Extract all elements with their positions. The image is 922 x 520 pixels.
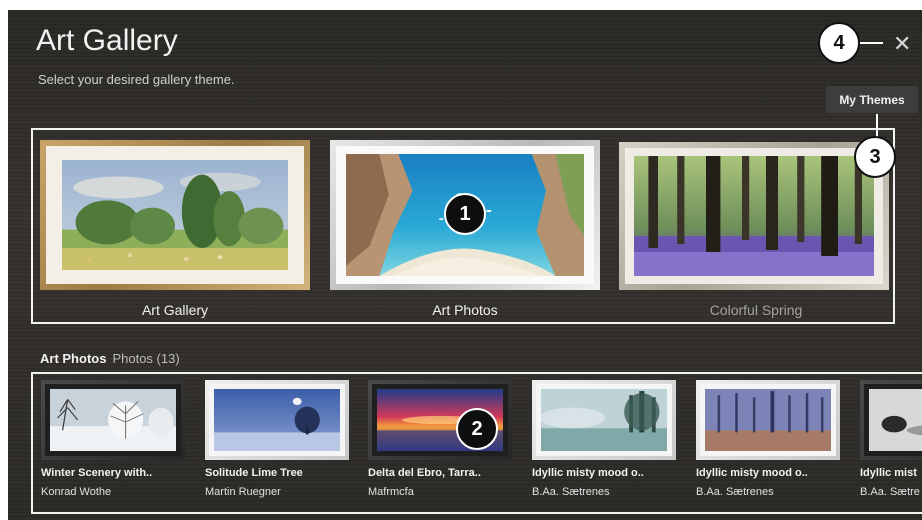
theme-label-art-photos: Art Photos (432, 302, 498, 318)
photo-title-2: Solitude Lime Tree (205, 467, 303, 479)
photo-artist-4: B.Aa. Sætrenes (532, 486, 610, 498)
theme-label-art-gallery: Art Gallery (141, 302, 209, 318)
theme-card-art-gallery[interactable] (40, 140, 310, 290)
photo-artist-5: B.Aa. Sætrenes (696, 486, 774, 498)
photo-thumbnail-5-image (705, 389, 831, 451)
callout-4: 4 (818, 22, 860, 64)
theme-label-colorful-spring: Colorful Spring (709, 302, 803, 318)
callout-4-leader (857, 42, 883, 44)
photo-artist-3: Mafrmcfa (368, 486, 414, 498)
theme-card-colorful-spring[interactable] (619, 142, 889, 290)
photo-artist-1: Konrad Wothe (41, 486, 112, 498)
my-themes-button[interactable]: My Themes (826, 86, 918, 113)
photo-title-6: Idyllic mist (860, 467, 917, 479)
photo-thumbnail-6[interactable] (860, 380, 922, 460)
art-gallery-screen: Art Gallery Select your desired gallery … (8, 10, 922, 520)
photo-thumbnail-2[interactable] (205, 380, 349, 460)
callout-2: 2 (456, 408, 498, 450)
collection-count: Photos (13) (112, 351, 180, 366)
collection-title: Art Photos Photos (13) (40, 351, 180, 366)
photo-thumbnail-1[interactable] (41, 380, 185, 460)
photo-title-3: Delta del Ebro, Tarra.. (368, 467, 481, 479)
photo-thumbnail-2-image (214, 389, 340, 451)
page-title: Art Gallery (36, 24, 178, 57)
photo-title-4: Idyllic misty mood o.. (532, 467, 644, 479)
photo-artist-2: Martin Ruegner (205, 486, 281, 498)
page-subtitle: Select your desired gallery theme. (38, 72, 235, 87)
callout-3: 3 (854, 136, 896, 178)
theme-colorful-spring-image (634, 156, 874, 276)
callout-1: 1 (444, 193, 486, 235)
photo-thumbnail-4[interactable] (532, 380, 676, 460)
theme-art-gallery-image (62, 160, 288, 270)
collection-name: Art Photos (40, 351, 107, 366)
photo-title-1: Winter Scenery with.. (41, 467, 153, 479)
photo-thumbnail-6-image (869, 389, 922, 451)
photo-title-5: Idyllic misty mood o.. (696, 467, 808, 479)
photo-thumbnail-4-image (541, 389, 667, 451)
close-icon[interactable]: ✕ (893, 33, 911, 55)
photo-thumbnail-1-image (50, 389, 176, 451)
photo-thumbnail-5[interactable] (696, 380, 840, 460)
photo-artist-6: B.Aa. Sætre (860, 486, 920, 498)
